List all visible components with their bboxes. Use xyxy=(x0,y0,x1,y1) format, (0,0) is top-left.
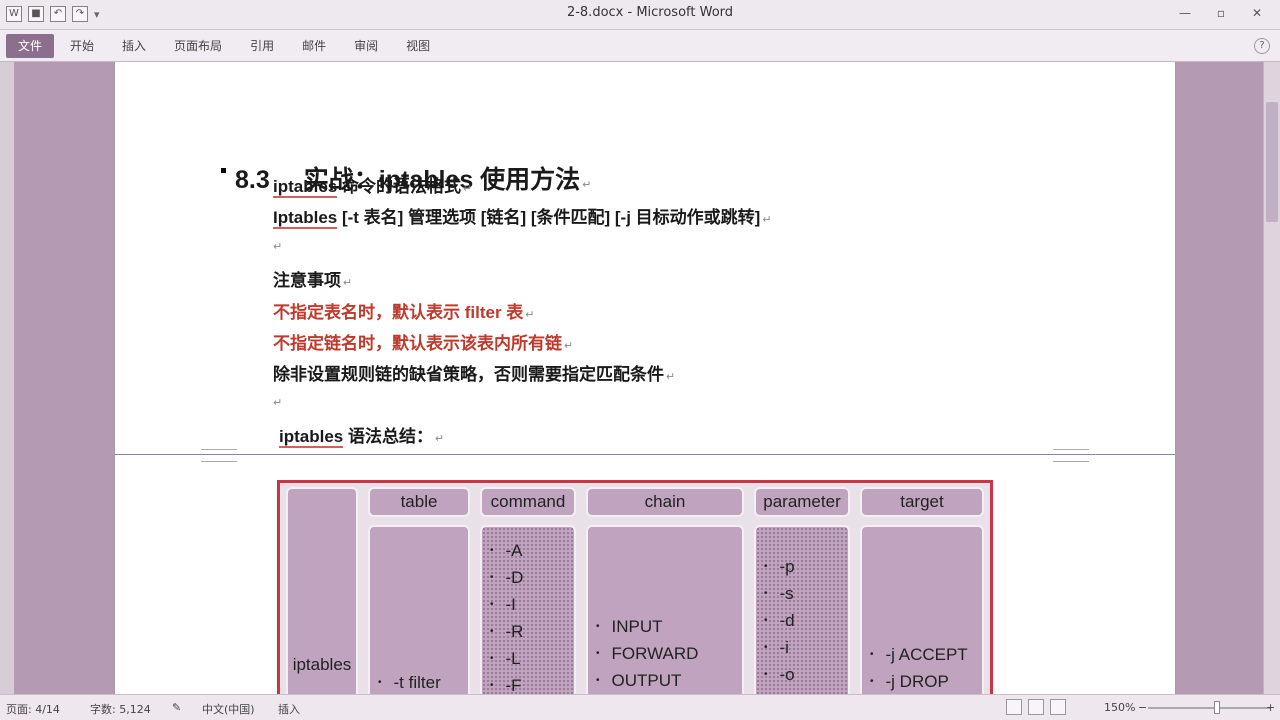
list-item: • -p xyxy=(764,556,795,576)
list-item: • FORWARD xyxy=(596,643,699,663)
list-item: • INPUT xyxy=(596,616,663,636)
insert-mode[interactable]: 插入 xyxy=(278,701,300,717)
vertical-ruler xyxy=(0,62,14,694)
scrollbar-thumb[interactable] xyxy=(1266,102,1278,222)
syntax-format: Iptables [-t 表名] 管理选项 [链名] [条件匹配] [-j 目标… xyxy=(273,208,772,229)
tab-view[interactable]: 视图 xyxy=(394,34,442,58)
paragraph-mark-icon: ↵ xyxy=(582,179,592,191)
paragraph-mark-icon: ↵ xyxy=(343,277,353,289)
restore-button[interactable]: ▫ xyxy=(1204,4,1238,22)
paragraph-mark-icon: ↵ xyxy=(462,183,473,195)
page-break xyxy=(115,454,1175,455)
heading-bullet-icon xyxy=(221,168,226,173)
tab-mailings[interactable]: 邮件 xyxy=(290,34,338,58)
table-options: • -t filter xyxy=(368,525,470,694)
tab-home[interactable]: 开始 xyxy=(58,34,106,58)
web-layout-icon[interactable] xyxy=(1050,699,1066,715)
list-item: • -A xyxy=(490,540,523,560)
zoom-in-button[interactable]: + xyxy=(1266,701,1275,714)
list-item: • -D xyxy=(490,567,524,587)
target-options: • -j ACCEPT • -j DROP xyxy=(860,525,984,694)
list-item: • -i xyxy=(764,637,789,657)
parameter-options: • -p • -s • -d • -i • -o xyxy=(754,525,850,694)
list-item: • -d xyxy=(764,610,795,630)
list-item: • -j DROP xyxy=(870,671,949,691)
full-screen-reading-icon[interactable] xyxy=(1028,699,1044,715)
page-gap-marker xyxy=(201,449,237,462)
page-gap-marker xyxy=(1053,449,1089,462)
zoom-out-button[interactable]: − xyxy=(1138,701,1147,714)
paragraph-mark-icon: ↵ xyxy=(273,240,283,253)
zoom-level[interactable]: 150% xyxy=(1104,701,1135,714)
tab-review[interactable]: 审阅 xyxy=(342,34,390,58)
list-item: • -L xyxy=(490,648,521,668)
notes-title: 注意事项 ↵ xyxy=(273,271,353,290)
syntax-summary-title: iptables 语法总结： ↵ xyxy=(279,427,445,448)
list-item: • -t filter xyxy=(378,672,441,692)
paragraph-mark-icon: ↵ xyxy=(564,340,574,352)
print-layout-icon[interactable] xyxy=(1006,699,1022,715)
paragraph-mark-icon: ↵ xyxy=(273,396,283,409)
list-item: • -F xyxy=(490,675,522,695)
window-title: 2-8.docx - Microsoft Word xyxy=(566,5,734,20)
header-target: target xyxy=(860,487,984,517)
tab-file[interactable]: 文件 xyxy=(6,34,55,58)
header-command: command xyxy=(480,487,576,517)
command-options: • -A • -D • -I • -R • -L • -F xyxy=(480,525,576,694)
header-chain: chain xyxy=(586,487,744,517)
ribbon-tabs: 文件 开始 插入 页面布局 引用 邮件 审阅 视图 xyxy=(6,34,442,58)
note-default-chain: 不指定链名时，默认表示该表内所有链 ↵ xyxy=(273,334,574,353)
window-controls: — ▫ ✕ xyxy=(1168,4,1274,22)
note-match-condition: 除非设置规则链的缺省策略，否则需要指定匹配条件 ↵ xyxy=(273,365,676,384)
minimize-button[interactable]: — xyxy=(1168,4,1202,22)
paragraph-mark-icon: ↵ xyxy=(434,433,445,445)
paragraph-mark-icon: ↵ xyxy=(525,309,535,321)
tab-page-layout[interactable]: 页面布局 xyxy=(162,34,234,58)
list-item: • -j ACCEPT xyxy=(870,644,968,664)
list-item: • -s xyxy=(764,583,794,603)
title-bar: W ■ ↶ ↷ ▾ 2-8.docx - Microsoft Word — ▫ … xyxy=(0,0,1280,30)
row-label-cell: iptables xyxy=(286,487,358,694)
list-item: • -R xyxy=(490,621,524,641)
paragraph-mark-icon: ↵ xyxy=(666,371,676,383)
document-page[interactable]: 8.3 实战：iptables 使用方法 ↵ iptables 命令的语法格式 ↵ I… xyxy=(114,62,1176,694)
header-parameter: parameter xyxy=(754,487,850,517)
list-item: • -I xyxy=(490,594,516,614)
syntax-title: iptables 命令的语法格式 ↵ xyxy=(273,177,473,198)
tab-references[interactable]: 引用 xyxy=(238,34,286,58)
close-button[interactable]: ✕ xyxy=(1240,4,1274,22)
word-count[interactable]: 字数: 5,124 xyxy=(90,701,151,717)
chain-options: • INPUT • FORWARD • OUTPUT xyxy=(586,525,744,694)
language-indicator[interactable]: 中文(中国) xyxy=(202,701,255,717)
help-icon[interactable]: ? xyxy=(1254,38,1270,54)
note-default-table: 不指定表名时，默认表示 filter 表 ↵ xyxy=(273,303,535,322)
iptables-syntax-diagram[interactable]: iptables table command chain parameter t… xyxy=(277,480,993,694)
ribbon: 文件 开始 插入 页面布局 引用 邮件 审阅 视图 ? xyxy=(0,30,1280,62)
zoom-slider-thumb[interactable] xyxy=(1214,701,1220,714)
heading-number: 8.3 xyxy=(235,166,270,194)
list-item: • -o xyxy=(764,664,795,684)
row-label: iptables xyxy=(292,655,352,674)
vertical-scrollbar[interactable] xyxy=(1263,62,1280,694)
header-table: table xyxy=(368,487,470,517)
list-item: • OUTPUT xyxy=(596,670,682,690)
page-count[interactable]: 页面: 4/14 xyxy=(6,701,60,717)
status-bar: 页面: 4/14 字数: 5,124 ✎ 中文(中国) 插入 150% − + xyxy=(0,694,1280,720)
paragraph-mark-icon: ↵ xyxy=(762,214,772,226)
tab-insert[interactable]: 插入 xyxy=(110,34,158,58)
zoom-slider[interactable] xyxy=(1148,707,1270,709)
proofing-icon[interactable]: ✎ xyxy=(172,701,181,714)
